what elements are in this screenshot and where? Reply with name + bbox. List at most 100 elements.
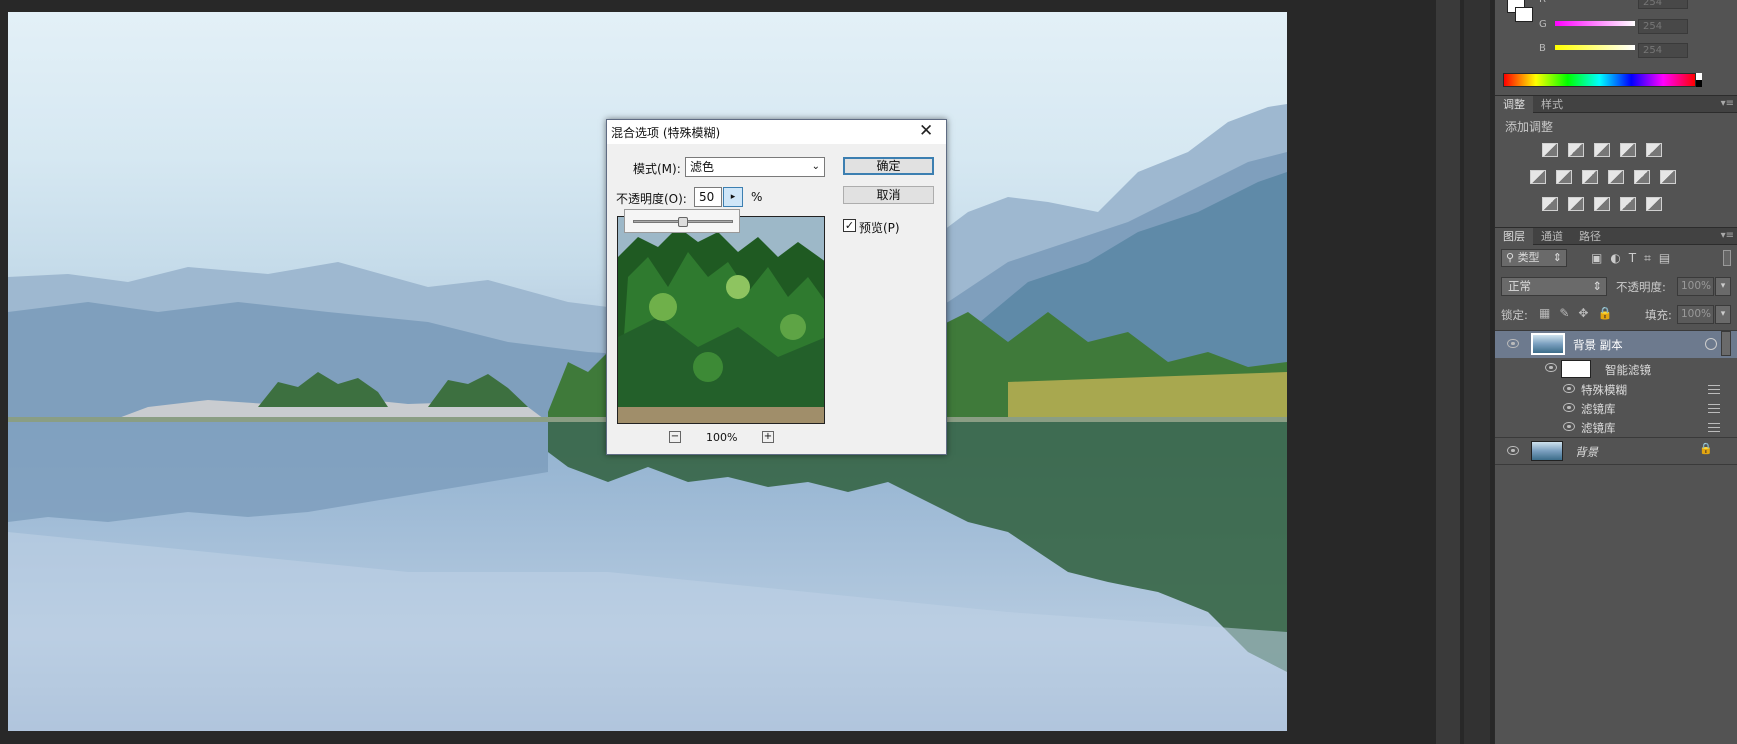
visibility-eye-icon[interactable] — [1507, 446, 1519, 455]
filter-kind-label: 类型 — [1517, 251, 1540, 264]
layer-row-filter-gallery-2[interactable]: 滤镜库 — [1495, 418, 1737, 437]
preview-label[interactable]: 预览(P) — [859, 219, 900, 236]
threshold-icon[interactable] — [1594, 197, 1610, 211]
color-ramp[interactable] — [1503, 73, 1696, 87]
selective-color-icon[interactable] — [1620, 197, 1636, 211]
close-icon[interactable]: ✕ — [919, 121, 933, 141]
color-balance-icon[interactable] — [1556, 170, 1572, 184]
layer-row-special-blur[interactable]: 特殊模糊 — [1495, 380, 1737, 399]
filter-toggle[interactable] — [1723, 250, 1731, 266]
layer-row-background[interactable]: 背景 🔒 — [1495, 438, 1737, 464]
mode-select[interactable]: 滤色 ⌄ — [685, 157, 825, 177]
vibrance-icon[interactable] — [1646, 143, 1662, 157]
visibility-eye-icon[interactable] — [1507, 339, 1519, 348]
preview-checkbox[interactable]: ✓ — [843, 219, 856, 232]
dialog-titlebar[interactable]: 混合选项 (特殊模糊) ✕ — [607, 120, 946, 144]
layer-filter-icons[interactable]: ▣◐T⌗▤ — [1591, 251, 1678, 266]
layer-row-smart-filters[interactable]: 智能滤镜 — [1495, 359, 1737, 379]
visibility-eye-icon[interactable] — [1563, 384, 1575, 393]
tab-styles[interactable]: 样式 — [1533, 96, 1571, 113]
percent-sign: % — [751, 190, 763, 204]
search-icon: ⚲ — [1506, 251, 1518, 264]
tab-adjust[interactable]: 调整 — [1495, 96, 1533, 113]
layer-name[interactable]: 背景 副本 — [1573, 337, 1623, 353]
chevron-updown-icon: ⇕ — [1592, 279, 1602, 293]
zoom-level: 100% — [706, 431, 738, 444]
dialog-title: 混合选项 (特殊模糊) — [611, 126, 721, 140]
mode-label: 模式(M): — [633, 162, 681, 176]
color-swatch[interactable] — [1503, 0, 1533, 22]
layer-thumbnail — [1531, 333, 1565, 355]
gradient-map-icon[interactable] — [1646, 197, 1662, 211]
filter-mask-thumbnail[interactable] — [1561, 360, 1591, 378]
opacity-label: 不透明度(O): — [616, 192, 687, 206]
filter-options-icon[interactable] — [1708, 404, 1720, 413]
opacity-dropdown-icon[interactable]: ▾ — [1715, 277, 1731, 296]
blend-mode-value: 正常 — [1508, 279, 1531, 293]
ok-button[interactable]: 确定 — [843, 157, 934, 175]
curves-icon[interactable] — [1594, 143, 1610, 157]
color-lookup-icon[interactable] — [1660, 170, 1676, 184]
hue-saturation-icon[interactable] — [1530, 170, 1546, 184]
visibility-eye-icon[interactable] — [1545, 363, 1557, 372]
channel-mixer-icon[interactable] — [1634, 170, 1650, 184]
exposure-icon[interactable] — [1620, 143, 1636, 157]
chevron-updown-icon: ⇕ — [1552, 251, 1562, 264]
blend-mode-select[interactable]: 正常 ⇕ — [1501, 277, 1607, 296]
layer-name[interactable]: 背景 — [1575, 444, 1598, 460]
adjust-row-1 — [1537, 143, 1667, 160]
opacity-input[interactable]: 50 — [694, 187, 722, 207]
posterize-icon[interactable] — [1568, 197, 1584, 211]
blending-options-dialog: 混合选项 (特殊模糊) ✕ 模式(M): 滤色 ⌄ 不透明度(O): 50 ▸ … — [606, 119, 947, 455]
adjust-row-3 — [1537, 197, 1667, 214]
photo-filter-icon[interactable] — [1608, 170, 1624, 184]
invert-icon[interactable] — [1542, 197, 1558, 211]
black-white-ramp[interactable] — [1696, 73, 1702, 87]
levels-icon[interactable] — [1568, 143, 1584, 157]
chevron-down-icon: ⌄ — [811, 161, 820, 172]
layer-filter-select[interactable]: ⚲ 类型 ⇕ — [1501, 249, 1567, 267]
adjust-heading: 添加调整 — [1505, 120, 1554, 134]
channel-b-slider[interactable] — [1555, 45, 1635, 50]
panel-menu-icon[interactable]: ▾≡ — [1721, 230, 1734, 241]
zoom-out-icon[interactable]: − — [669, 431, 681, 443]
cancel-button[interactable]: 取消 — [843, 186, 934, 204]
channel-g-value[interactable]: 254 — [1638, 19, 1688, 34]
opacity-slider-popup — [624, 209, 740, 233]
layer-opacity-field[interactable]: 100% — [1677, 277, 1714, 296]
preview-image — [618, 217, 824, 423]
visibility-eye-icon[interactable] — [1563, 422, 1575, 431]
panel-menu-icon[interactable]: ▾≡ — [1721, 98, 1734, 109]
tab-paths[interactable]: 路径 — [1571, 228, 1609, 245]
fill-dropdown-icon[interactable]: ▾ — [1715, 305, 1731, 324]
tab-layers[interactable]: 图层 — [1495, 228, 1533, 245]
layers-tabs: 图层 通道 路径 ▾≡ — [1495, 227, 1737, 245]
visibility-eye-icon[interactable] — [1563, 403, 1575, 412]
adjust-row-2 — [1525, 170, 1681, 187]
layer-row-background-copy[interactable]: 背景 副本 — [1495, 331, 1737, 358]
channel-b-value[interactable]: 254 — [1638, 43, 1688, 58]
lock-label: 锁定: — [1501, 308, 1528, 322]
zoom-in-icon[interactable]: + — [762, 431, 774, 443]
brightness-icon[interactable] — [1542, 143, 1558, 157]
opacity-slider-thumb[interactable] — [678, 217, 688, 227]
layer-row-filter-gallery-1[interactable]: 滤镜库 — [1495, 399, 1737, 418]
fill-label: 填充: — [1645, 308, 1672, 322]
channel-g-slider[interactable] — [1555, 21, 1635, 26]
opacity-slider-toggle-icon[interactable]: ▸ — [723, 187, 743, 207]
filter-options-icon[interactable] — [1708, 423, 1720, 432]
adjust-tabs: 调整 样式 ▾≡ — [1495, 95, 1737, 113]
channel-r-value[interactable]: 254 — [1638, 0, 1688, 9]
tab-channels[interactable]: 通道 — [1533, 228, 1571, 245]
filter-options-icon[interactable] — [1708, 385, 1720, 394]
layer-name: 滤镜库 — [1581, 421, 1616, 435]
preview-pane[interactable] — [617, 216, 825, 424]
layer-name: 特殊模糊 — [1581, 383, 1627, 397]
lock-icon: 🔒 — [1699, 442, 1713, 455]
layers-scrollbar[interactable] — [1721, 331, 1731, 356]
layer-fill-field[interactable]: 100% — [1677, 305, 1714, 324]
black-white-icon[interactable] — [1582, 170, 1598, 184]
channel-b-label: B — [1539, 43, 1546, 54]
lock-icons[interactable]: ▦✎✥🔒 — [1539, 306, 1621, 320]
opacity-label: 不透明度: — [1616, 280, 1666, 294]
